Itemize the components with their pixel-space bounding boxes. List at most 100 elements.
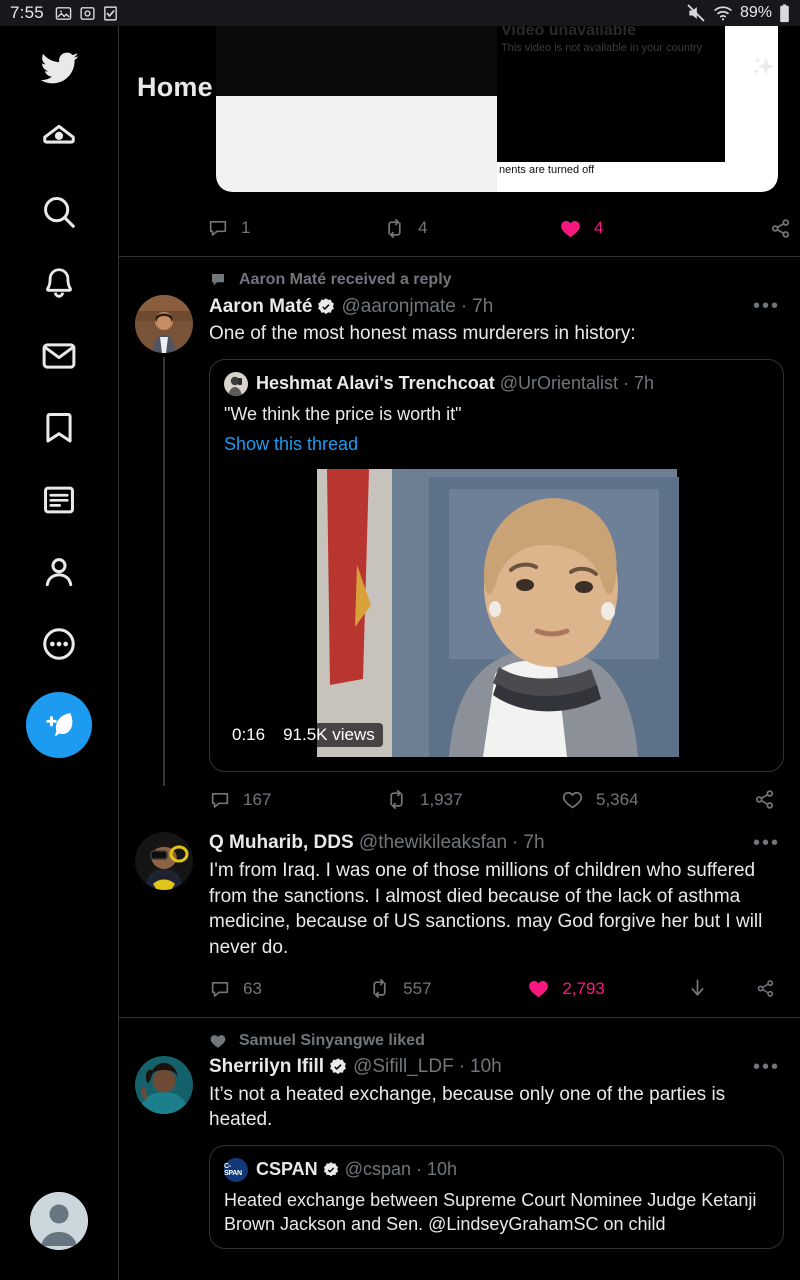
quoted-author-handle: @cspan: [344, 1159, 411, 1180]
sidebar-item-messages[interactable]: [23, 320, 95, 392]
tweet-context-label: Samuel Sinyangwe liked: [239, 1031, 425, 1049]
tweet-text: It’s not a heated exchange, because only…: [209, 1083, 726, 1131]
sidebar-item-home[interactable]: [23, 104, 95, 176]
like-action[interactable]: 2,793: [527, 977, 686, 1000]
video-view-count: 91.5K views: [275, 722, 383, 747]
share-icon: [755, 790, 774, 810]
video-thumbnail-image: [298, 468, 695, 757]
share-icon: [757, 980, 774, 997]
status-bar-system-icons: 89%: [686, 3, 790, 23]
tweet-context: Aaron Maté received a reply: [209, 271, 784, 289]
default-avatar-icon: [30, 1192, 88, 1250]
reply-count: 167: [243, 789, 272, 809]
twitter-bird-icon: [40, 52, 79, 84]
search-icon: [44, 197, 75, 228]
avatar-column: [135, 1055, 209, 1250]
sidebar-item-lists[interactable]: [23, 464, 95, 536]
twitter-logo-button[interactable]: [23, 32, 95, 104]
tweet-more-options-icon[interactable]: •••: [753, 295, 784, 318]
tweet-text: One of the most honest mass murderers in…: [209, 323, 636, 344]
tweet-author-row: Q Muharib, DDS @thewikileaksfan · 7h •••: [209, 832, 784, 855]
reply-action[interactable]: 63: [209, 978, 368, 1000]
share-action[interactable]: [753, 788, 776, 811]
verified-badge-icon: [316, 297, 336, 317]
tweet-timestamp: 10h: [470, 1056, 502, 1077]
list-icon: [44, 486, 74, 514]
avatar-image-aaronjmate: [135, 295, 193, 353]
retweet-action[interactable]: 1,937: [385, 788, 561, 811]
retweet-icon: [373, 979, 386, 998]
share-action[interactable]: [769, 217, 792, 240]
like-action[interactable]: 5,364: [561, 788, 737, 811]
avatar[interactable]: [135, 295, 193, 353]
avatar-column: [135, 295, 209, 786]
tweet-more-options-icon[interactable]: •••: [753, 832, 784, 855]
sidebar-item-bookmarks[interactable]: [23, 392, 95, 464]
author-display-name[interactable]: Sherrilyn Ifill: [209, 1056, 324, 1078]
share-action[interactable]: [755, 977, 776, 1000]
bookmark-icon: [46, 413, 72, 443]
reply-action[interactable]: 167: [209, 789, 385, 811]
wifi-icon: [714, 6, 732, 21]
verified-badge-icon: [322, 1161, 340, 1179]
account-avatar-button[interactable]: [30, 1192, 88, 1250]
partial-tweet-media-region: Home Video unavailable This video is not…: [119, 26, 800, 200]
sparkle-icon: [753, 57, 775, 75]
quoted-tweet-video[interactable]: 0:16 91.5K views: [224, 468, 769, 757]
reply-action[interactable]: 1: [207, 217, 383, 239]
retweet-action[interactable]: 4: [383, 217, 559, 240]
author-handle[interactable]: @Sifill_LDF: [353, 1056, 454, 1078]
tweet-body: Sherrilyn Ifill @Sifill_LDF · 10h ••• It…: [209, 1056, 784, 1250]
battery-percent-label: 89%: [739, 4, 772, 21]
sidebar-item-profile[interactable]: [23, 536, 95, 608]
tweet-author-row: Aaron Maté @aaronjmate · 7h •••: [209, 295, 784, 318]
retweet-action[interactable]: 557: [368, 977, 527, 1000]
tweet-author-row: Sherrilyn Ifill @Sifill_LDF · 10h •••: [209, 1056, 784, 1079]
quoted-tweet-text: "We think the price is worth it": [224, 403, 462, 424]
quoted-tweet[interactable]: C-SPAN CSPAN @cspan · 10h Heated exchang…: [209, 1144, 784, 1250]
share-icon: [771, 218, 790, 238]
quoted-handle-text: @UrOrientalist: [499, 373, 619, 394]
avatar[interactable]: [135, 831, 193, 890]
tweet-more-options-icon[interactable]: •••: [753, 1056, 784, 1079]
screenshot-icon: [80, 6, 95, 20]
tweet-item[interactable]: Q Muharib, DDS @thewikileaksfan · 7h •••…: [119, 828, 800, 1017]
tweet-row: Sherrilyn Ifill @Sifill_LDF · 10h ••• It…: [135, 1055, 784, 1250]
card-right-panel: Video unavailable This video is not avai…: [497, 26, 778, 192]
author-handle[interactable]: @aaronjmate: [341, 296, 455, 318]
compose-feather-icon: [46, 713, 73, 736]
thread-connector-line: [163, 357, 165, 786]
show-this-thread-link[interactable]: Show this thread: [210, 426, 783, 455]
sidebar-item-notifications[interactable]: [23, 248, 95, 320]
quoted-tweet[interactable]: Heshmat Alavi's Trenchcoat @UrOrientalis…: [209, 358, 784, 772]
embedded-video-card[interactable]: Video unavailable This video is not avai…: [216, 26, 778, 192]
tweet-item[interactable]: Samuel Sinyangwe liked Sherrilyn Ifill @…: [119, 1018, 800, 1250]
heart-filled-icon: [529, 981, 549, 998]
compose-tweet-button[interactable]: [26, 692, 92, 758]
video-unavailable-title: Video unavailable: [501, 26, 636, 39]
separator-dot: ·: [458, 1056, 466, 1077]
left-nav-rail: [0, 26, 118, 1280]
battery-icon: [780, 3, 789, 22]
video-player-box[interactable]: Video unavailable This video is not avai…: [497, 26, 725, 162]
timeline-settings-button[interactable]: [740, 48, 786, 94]
author-display-name[interactable]: Q Muharib, DDS: [209, 832, 354, 854]
author-handle-text[interactable]: @thewikileaksfan: [359, 832, 507, 854]
quoted-avatar[interactable]: [224, 371, 248, 396]
home-icon: [43, 124, 75, 144]
tweet-item[interactable]: Aaron Maté received a reply Aaron Maté @…: [119, 257, 800, 828]
quoted-avatar-cspan[interactable]: C-SPAN: [224, 1157, 248, 1182]
status-bar: 7:55 89%: [0, 0, 800, 26]
avatar[interactable]: [135, 1055, 193, 1114]
author-display-name[interactable]: Aaron Maté: [209, 296, 312, 318]
reply-icon: [209, 220, 227, 236]
sidebar-item-explore[interactable]: [23, 176, 95, 248]
like-action[interactable]: 4: [559, 217, 735, 240]
heart-filled-icon: [561, 220, 580, 237]
sidebar-item-more[interactable]: [23, 608, 95, 680]
reply-icon: [211, 981, 229, 997]
quoted-separator-dot: ·: [411, 1159, 427, 1180]
comments-off-note: nents are turned off: [499, 164, 595, 176]
status-bar-notification-icons: [55, 5, 118, 22]
download-action[interactable]: [686, 977, 755, 1000]
